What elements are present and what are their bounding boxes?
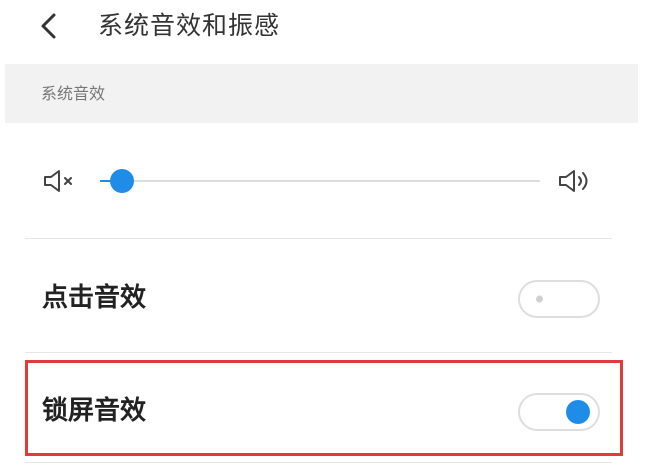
setting-row-lockscreen-sound[interactable]: 锁屏音效 <box>25 360 620 460</box>
section-header: 系统音效 <box>5 64 638 123</box>
back-button[interactable] <box>30 6 70 46</box>
click-sound-toggle[interactable] <box>518 280 600 318</box>
chevron-left-icon <box>41 13 56 39</box>
lockscreen-sound-toggle[interactable] <box>518 393 600 431</box>
speaker-loud-icon <box>559 170 588 192</box>
settings-page: 系统音效和振感 系统音效 点击音效 锁屏音效 <box>0 0 650 470</box>
slider-thumb[interactable] <box>110 169 134 193</box>
toggle-knob <box>536 295 543 303</box>
setting-label: 锁屏音效 <box>42 396 147 426</box>
divider <box>25 462 612 463</box>
header-bar: 系统音效和振感 <box>0 0 650 58</box>
setting-row-click-sound[interactable]: 点击音效 <box>25 247 620 347</box>
speaker-mute-icon <box>44 170 72 192</box>
slider-track <box>100 180 540 182</box>
volume-row <box>25 130 620 235</box>
divider <box>25 352 612 353</box>
section-label: 系统音效 <box>41 84 106 103</box>
setting-label: 点击音效 <box>42 283 147 313</box>
divider <box>25 238 612 239</box>
volume-slider[interactable] <box>100 168 540 194</box>
page-title: 系统音效和振感 <box>98 11 281 40</box>
toggle-knob <box>566 400 590 424</box>
